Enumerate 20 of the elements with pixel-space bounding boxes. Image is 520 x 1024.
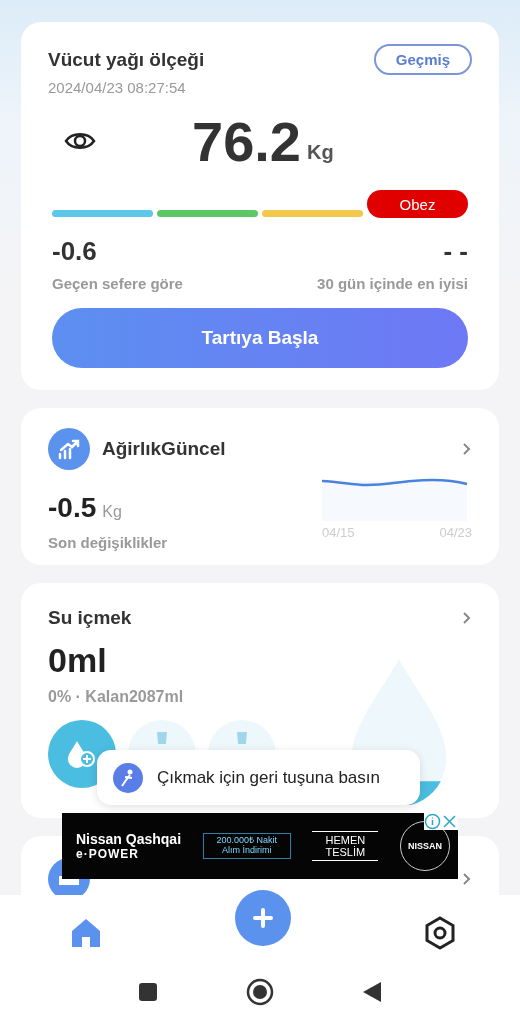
stat-value: -0.6 bbox=[52, 236, 97, 267]
ad-subtitle: e·POWER bbox=[76, 847, 140, 861]
timestamp: 2024/04/23 08:27:54 bbox=[48, 79, 187, 96]
ad-title: Nissan Qashqai bbox=[76, 831, 182, 847]
toast-text: Çıkmak için geri tuşuna basın bbox=[157, 767, 380, 788]
card-title: Vücut yağı ölçeği bbox=[48, 48, 205, 71]
card-title: AğirlıkGüncel bbox=[102, 438, 226, 460]
stat-value: - - bbox=[443, 236, 468, 267]
weight-value: 76.2 bbox=[192, 108, 301, 174]
category-badge: Obez bbox=[367, 190, 468, 218]
change-unit: Kg bbox=[102, 503, 122, 520]
caption: Son değişiklikler bbox=[48, 534, 168, 551]
ad-cta: HEMEN TESLİM bbox=[312, 830, 379, 862]
change-value: -0.5 bbox=[48, 492, 97, 523]
stat-label: 30 gün içinde en iyisi bbox=[317, 275, 468, 292]
weight-unit: Kg bbox=[307, 140, 334, 164]
water-amount: 0ml bbox=[48, 641, 108, 680]
card-title: Su içmek bbox=[48, 607, 132, 629]
ad-offer: 200.000₺ Nakit Alım İndirimi bbox=[202, 833, 291, 859]
stat-label: Geçen sefere göre bbox=[52, 275, 183, 292]
